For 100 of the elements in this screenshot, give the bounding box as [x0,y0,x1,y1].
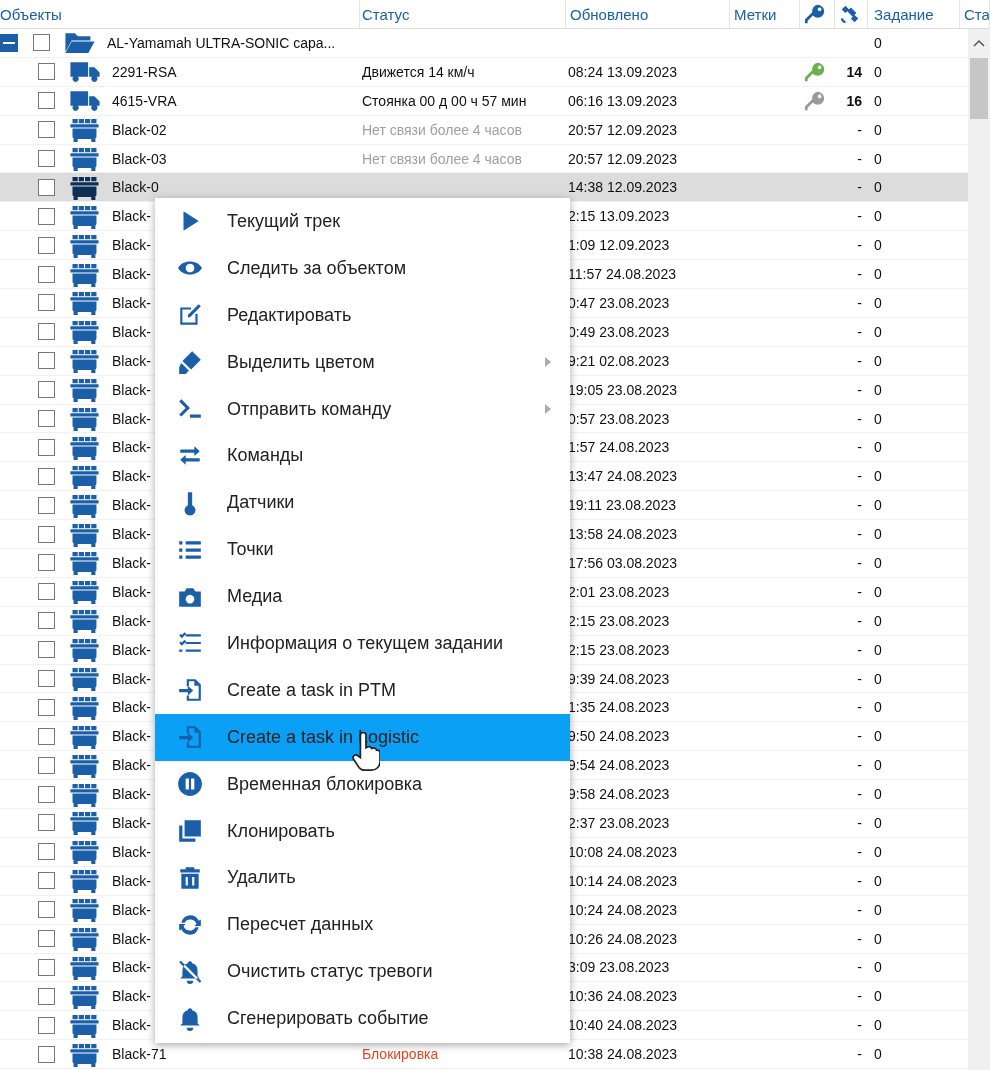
satellite-count: 14 [846,63,862,80]
checkbox[interactable] [38,814,55,832]
checkbox[interactable] [38,323,55,341]
column-header[interactable]: Объекты [0,5,62,23]
satellite-count: - [857,554,862,571]
checkbox[interactable] [38,63,55,81]
container-icon [69,810,101,836]
table-row[interactable]: Black-02 Нет связи более 4 часов 20:57 12.09.2023 - 0 [0,115,968,145]
checkbox[interactable] [38,698,55,716]
checkbox[interactable] [38,727,55,745]
checkbox[interactable] [38,1016,55,1034]
updated-time: 10:40 24.08.2023 [568,1017,677,1034]
task-count: 0 [874,526,882,543]
checkbox[interactable] [38,583,55,601]
task-count: 0 [874,757,882,774]
checkbox[interactable] [33,34,50,52]
container-icon [69,377,101,403]
checkbox[interactable] [38,121,55,139]
task-count: 0 [874,815,882,831]
task-count: 0 [874,583,882,600]
task-count: 0 [874,410,882,427]
scrollbar[interactable] [968,29,990,1070]
scroll-thumb[interactable] [970,58,988,119]
container-icon [69,781,101,807]
object-name: Black- [112,930,151,947]
container-icon [69,723,101,749]
checkbox[interactable] [38,785,55,803]
checkbox[interactable] [38,612,55,630]
container-icon [69,492,101,518]
checkbox[interactable] [38,872,55,890]
checkbox[interactable] [38,958,55,976]
table-row[interactable]: Black-0 14:38 12.09.2023 - 0 [0,173,968,203]
checkbox[interactable] [38,467,55,485]
task-count: 0 [874,150,882,167]
object-name: Black- [112,699,151,716]
checkbox[interactable] [38,901,55,919]
checkbox[interactable] [38,930,55,948]
container-icon [69,954,101,980]
task-count: 0 [874,901,882,918]
checkbox[interactable] [38,410,55,427]
container-icon [69,174,101,200]
updated-time: 10:24 24.08.2023 [568,901,677,918]
copy-icon [177,818,203,844]
container-icon [69,290,101,316]
updated-time: 08:24 13.09.2023 [568,63,677,80]
checkbox[interactable] [38,641,55,659]
task-count: 0 [874,930,882,947]
satellite-count: 16 [846,92,862,109]
checkbox[interactable] [38,554,55,572]
folder-icon [64,30,96,56]
satellite-count: - [857,959,862,976]
checkbox[interactable] [38,756,55,774]
satellite-icon[interactable] [839,3,861,25]
updated-time: 1:57 24.08.2023 [568,439,670,456]
bell-icon [177,1005,203,1032]
satellite-count: - [857,612,862,629]
checkbox[interactable] [38,381,55,399]
checkbox[interactable] [38,438,55,456]
column-header[interactable]: Метки [734,5,777,23]
collapse-toggle[interactable] [0,33,18,52]
satellite-count: - [857,843,862,860]
task-count: 0 [874,179,882,196]
satellite-count: - [857,266,862,283]
container-icon [69,868,101,894]
column-header[interactable]: Задание [874,5,934,23]
object-name: Black- [112,468,151,485]
checkbox[interactable] [38,178,55,196]
checkbox[interactable] [38,294,55,312]
object-name: Black- [112,352,151,369]
checkbox[interactable] [38,496,55,514]
checkbox[interactable] [38,150,55,167]
updated-time: 1:35 24.08.2023 [568,699,670,716]
checkbox[interactable] [38,236,55,254]
container-icon [69,521,101,547]
checkbox[interactable] [38,843,55,861]
table-row[interactable]: 2291-RSA Движется 14 км/ч 08:24 13.09.2023 14 0 [0,57,968,87]
task-count: 0 [874,237,882,254]
object-name: Black- [112,901,151,918]
task-count: 0 [874,843,882,860]
checkbox[interactable] [38,265,55,283]
checkbox[interactable] [38,352,55,370]
checkbox[interactable] [38,987,55,1005]
satellite-count: - [857,237,862,254]
updated-time: 1:09 12.09.2023 [568,237,670,254]
checkbox[interactable] [38,525,55,543]
checkbox[interactable] [38,1045,55,1063]
checkbox[interactable] [38,670,55,688]
task-count: 0 [874,352,882,369]
container-icon [69,463,101,489]
key-icon[interactable] [804,3,826,25]
task-count: 0 [874,497,882,514]
table-row[interactable]: 4615-VRA Стоянка 00 д 00 ч 57 мин 06:16 13.09.2023 16 0 [0,86,968,116]
group-name: AL-Yamamah ULTRA-SONIC capa... [107,34,336,51]
container-icon [69,550,101,576]
object-name: Black- [112,843,151,860]
column-header[interactable]: Ста [964,5,989,23]
checkbox[interactable] [38,92,55,110]
column-header[interactable]: Обновлено [570,5,649,23]
checkbox[interactable] [38,207,55,225]
column-header[interactable]: Статус [362,5,410,23]
